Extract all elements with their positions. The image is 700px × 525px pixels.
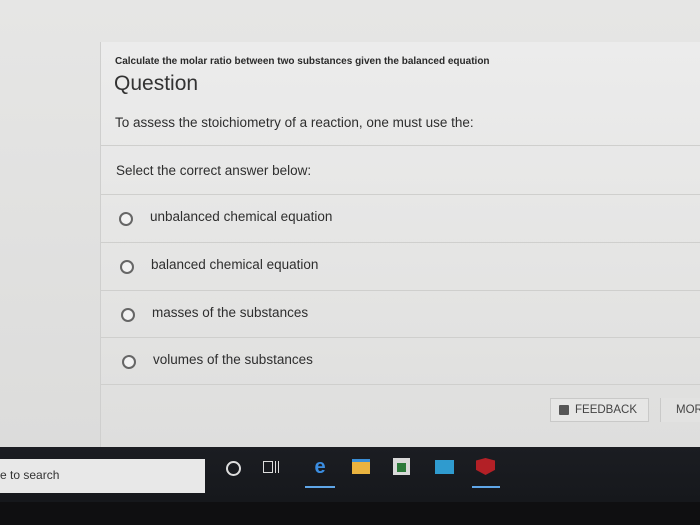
feedback-button[interactable]: FEEDBACK (550, 398, 649, 422)
file-explorer-icon[interactable] (352, 459, 370, 474)
search-placeholder: e to search (0, 468, 60, 482)
select-instruction: Select the correct answer below: (116, 163, 312, 178)
divider (101, 384, 700, 385)
task-view-icon[interactable] (263, 460, 279, 474)
mail-icon[interactable] (435, 460, 454, 474)
more-button[interactable]: MOR (660, 398, 700, 422)
topic-subtitle: Calculate the molar ratio between two su… (115, 56, 490, 67)
cortana-icon[interactable] (226, 461, 241, 476)
question-heading: Question (114, 72, 199, 95)
feedback-label: FEEDBACK (575, 404, 637, 416)
answer-label[interactable]: masses of the substances (152, 305, 308, 320)
active-app-indicator (305, 486, 335, 488)
store-icon[interactable] (393, 458, 410, 475)
answer-label[interactable]: unbalanced chemical equation (150, 209, 332, 224)
answer-label[interactable]: volumes of the substances (153, 352, 313, 367)
answer-option-1[interactable]: unbalanced chemical equation (101, 195, 700, 242)
active-app-indicator (472, 486, 500, 488)
radio-button[interactable] (121, 308, 135, 322)
answer-option-3[interactable]: masses of the substances (101, 291, 700, 338)
radio-button[interactable] (120, 260, 134, 274)
answer-option-2[interactable]: balanced chemical equation (101, 243, 700, 290)
mcafee-icon[interactable] (476, 458, 495, 475)
windows-taskbar: e to search e (0, 447, 700, 502)
question-prompt: To assess the stoichiometry of a reactio… (115, 115, 474, 130)
divider (101, 145, 700, 146)
answer-label[interactable]: balanced chemical equation (151, 257, 318, 272)
taskbar-search-box[interactable]: e to search (0, 459, 205, 493)
answer-option-4[interactable]: volumes of the substances (101, 338, 700, 385)
radio-button[interactable] (119, 212, 133, 226)
browser-viewport: Calculate the molar ratio between two su… (0, 0, 700, 450)
monitor-bezel (0, 502, 700, 525)
more-label: MOR (676, 404, 700, 416)
radio-button[interactable] (122, 355, 136, 369)
edge-icon[interactable]: e (309, 457, 331, 477)
question-card: Calculate the molar ratio between two su… (100, 42, 700, 447)
feedback-icon (559, 405, 569, 415)
